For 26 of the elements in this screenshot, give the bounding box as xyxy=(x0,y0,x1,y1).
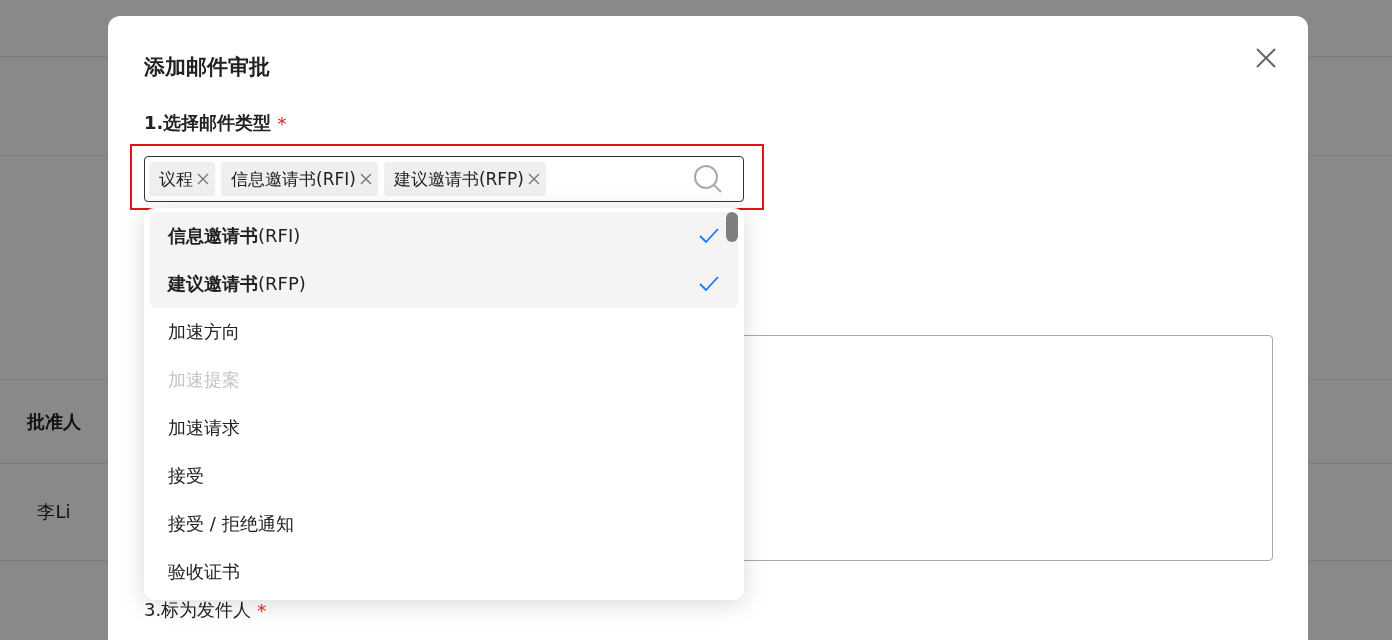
dropdown-option[interactable]: 加速方向 xyxy=(150,308,738,356)
table-cell-text: 李Li xyxy=(36,500,72,524)
search-icon xyxy=(693,164,723,194)
remove-icon[interactable] xyxy=(197,173,209,185)
table-header: 批准人 xyxy=(26,409,82,434)
dropdown-option[interactable]: 加速请求 xyxy=(150,404,738,452)
remove-icon[interactable] xyxy=(359,173,372,185)
dropdown-option[interactable]: 接受 xyxy=(150,452,738,500)
field-label: 1.选择邮件类型 xyxy=(144,111,272,135)
scrollbar-thumb[interactable] xyxy=(726,212,738,242)
tag: 建议邀请书(RFP) xyxy=(383,162,546,196)
dropdown-option[interactable]: 接受 / 拒绝通知 xyxy=(150,500,738,548)
required-mark: * xyxy=(257,599,267,621)
multi-select-field[interactable]: 议程 信息邀请书(RFI) 建议邀请书(RFP) xyxy=(144,156,744,202)
field-label: 3.标为发件人 xyxy=(144,598,252,622)
tag: 信息邀请书(RFI) xyxy=(221,162,378,196)
dialog-title: 添加邮件审批 xyxy=(144,54,270,81)
remove-icon[interactable] xyxy=(528,173,540,185)
dropdown-option[interactable]: 信息邀请书(RFI) xyxy=(150,212,738,260)
check-icon xyxy=(698,227,720,245)
close-button[interactable] xyxy=(1254,46,1278,70)
dropdown-option[interactable]: 验收证书 xyxy=(150,548,738,596)
required-mark: * xyxy=(277,112,287,134)
dropdown-option[interactable]: 建议邀请书(RFP) xyxy=(150,260,738,308)
check-icon xyxy=(698,275,720,293)
tag: 议程 xyxy=(149,162,215,196)
